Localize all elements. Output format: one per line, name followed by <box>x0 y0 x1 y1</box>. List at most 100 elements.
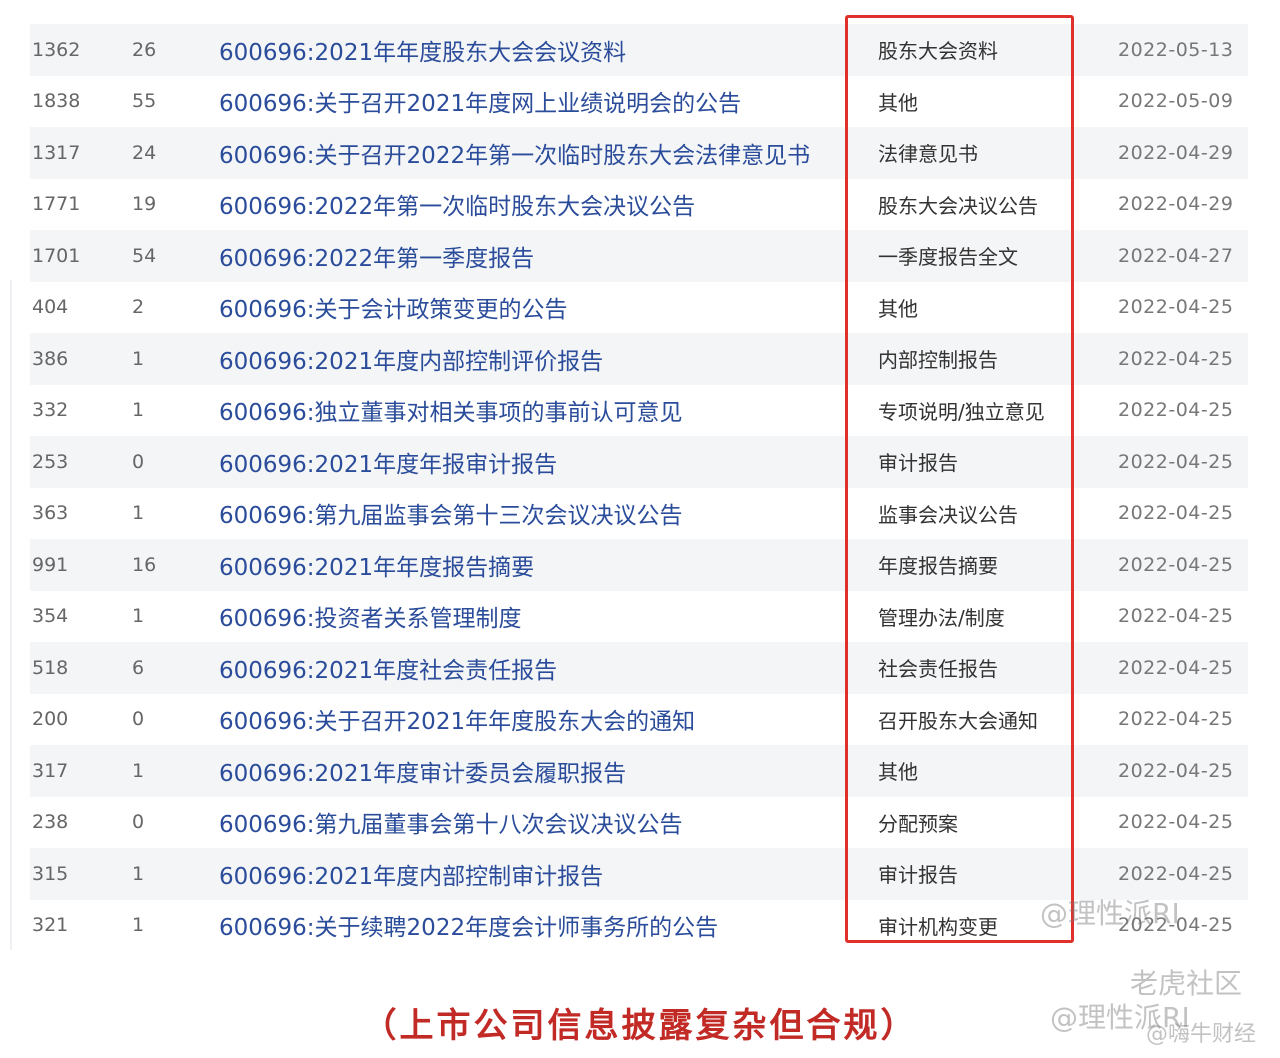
views-cell: 386 <box>32 347 69 370</box>
views-cell: 332 <box>32 399 69 422</box>
views-cell: 200 <box>32 708 69 731</box>
count-cell: 1 <box>132 502 145 525</box>
count-cell: 1 <box>132 605 145 628</box>
watermark: @理性派RI <box>1040 897 1180 930</box>
announcement-title-link[interactable]: 600696:投资者关系管理制度 <box>219 599 522 633</box>
table-row: 1838 55 600696:关于召开2021年度网上业绩说明会的公告 其他 2022-… <box>30 76 1248 128</box>
count-cell: 55 <box>132 90 157 113</box>
views-cell: 315 <box>32 862 69 885</box>
announcement-type-cell: 内部控制报告 <box>878 348 998 373</box>
views-cell: 253 <box>32 450 69 473</box>
count-cell: 1 <box>132 862 145 885</box>
announcement-type-cell: 审计报告 <box>878 863 958 888</box>
views-cell: 1701 <box>32 244 81 267</box>
announcement-type-cell: 专项说明/独立意见 <box>878 399 1045 424</box>
announcement-title-link[interactable]: 600696:独立董事对相关事项的事前认可意见 <box>219 393 683 427</box>
table-row: 1317 24 600696:关于召开2022年第一次临时股东大会法律意见书 法律意见… <box>30 127 1248 179</box>
announcement-title-link[interactable]: 600696:2021年年度报告摘要 <box>219 548 534 582</box>
count-cell: 1 <box>132 399 145 422</box>
announcement-type-cell: 一季度报告全文 <box>878 245 1018 270</box>
date-cell: 2022-05-13 <box>1118 38 1234 61</box>
date-cell: 2022-04-25 <box>1118 502 1234 525</box>
announcement-type-cell: 分配预案 <box>878 811 958 836</box>
date-cell: 2022-04-29 <box>1118 193 1234 216</box>
announcement-title-link[interactable]: 600696:关于会计政策变更的公告 <box>219 290 568 324</box>
announcement-title-link[interactable]: 600696:2022年第一次临时股东大会决议公告 <box>219 187 695 221</box>
date-cell: 2022-04-25 <box>1118 553 1234 576</box>
views-cell: 238 <box>32 811 69 834</box>
views-cell: 991 <box>32 553 69 576</box>
table-row: 238 0 600696:第九届董事会第十八次会议决议公告 分配预案 2022-04-2… <box>30 797 1248 849</box>
views-cell: 1317 <box>32 141 81 164</box>
announcement-type-cell: 其他 <box>878 90 918 115</box>
count-cell: 1 <box>132 347 145 370</box>
announcement-title-link[interactable]: 600696:2021年度内部控制评价报告 <box>219 342 603 376</box>
table-row: 1701 54 600696:2022年第一季度报告 一季度报告全文 2022-04-2… <box>30 230 1248 282</box>
date-cell: 2022-04-29 <box>1118 141 1234 164</box>
announcement-title-link[interactable]: 600696:第九届董事会第十八次会议决议公告 <box>219 805 683 839</box>
announcement-title-link[interactable]: 600696:2021年度年报审计报告 <box>219 445 557 479</box>
announcement-type-cell: 召开股东大会通知 <box>878 708 1038 733</box>
announcement-type-cell: 监事会决议公告 <box>878 502 1018 527</box>
table-row: 363 1 600696:第九届监事会第十三次会议决议公告 监事会决议公告 2022-0… <box>30 488 1248 540</box>
views-cell: 404 <box>32 296 69 319</box>
announcement-title-link[interactable]: 600696:关于召开2021年度网上业绩说明会的公告 <box>219 84 741 118</box>
date-cell: 2022-04-25 <box>1118 296 1234 319</box>
table-row: 1362 26 600696:2021年年度股东大会会议资料 股东大会资料 2022-0… <box>30 24 1248 76</box>
views-cell: 1838 <box>32 90 81 113</box>
announcement-title-link[interactable]: 600696:关于召开2021年年度股东大会的通知 <box>219 702 695 736</box>
announcement-title-link[interactable]: 600696:2021年年度股东大会会议资料 <box>219 33 626 67</box>
count-cell: 0 <box>132 450 145 473</box>
announcement-type-cell: 管理办法/制度 <box>878 605 1005 630</box>
announcement-type-cell: 其他 <box>878 760 918 785</box>
announcement-type-cell: 其他 <box>878 296 918 321</box>
count-cell: 24 <box>132 141 157 164</box>
announcement-title-link[interactable]: 600696:关于续聘2022年度会计师事务所的公告 <box>219 908 718 942</box>
announcement-title-link[interactable]: 600696:2022年第一季度报告 <box>219 239 534 273</box>
date-cell: 2022-04-25 <box>1118 759 1234 782</box>
count-cell: 1 <box>132 914 145 937</box>
table-row: 317 1 600696:2021年度审计委员会履职报告 其他 2022-04-25 <box>30 745 1248 797</box>
table-row: 404 2 600696:关于会计政策变更的公告 其他 2022-04-25 <box>30 282 1248 334</box>
views-cell: 518 <box>32 656 69 679</box>
announcement-type-cell: 法律意见书 <box>878 142 978 167</box>
table-row: 354 1 600696:投资者关系管理制度 管理办法/制度 2022-04-25 <box>30 591 1248 643</box>
date-cell: 2022-05-09 <box>1118 90 1234 113</box>
views-cell: 317 <box>32 759 69 782</box>
count-cell: 54 <box>132 244 157 267</box>
table-row: 253 0 600696:2021年度年报审计报告 审计报告 2022-04-25 <box>30 436 1248 488</box>
views-cell: 1771 <box>32 193 81 216</box>
caption: （上市公司信息披露复杂但合规） <box>362 1006 918 1046</box>
table-row: 332 1 600696:独立董事对相关事项的事前认可意见 专项说明/独立意见 2022… <box>30 385 1248 437</box>
announcement-type-cell: 年度报告摘要 <box>878 554 998 579</box>
table-left-border <box>10 280 12 950</box>
announcement-title-link[interactable]: 600696:关于召开2022年第一次临时股东大会法律意见书 <box>219 136 810 170</box>
date-cell: 2022-04-25 <box>1118 708 1234 731</box>
table-row: 1771 19 600696:2022年第一次临时股东大会决议公告 股东大会决议公告 2… <box>30 179 1248 231</box>
date-cell: 2022-04-25 <box>1118 605 1234 628</box>
count-cell: 6 <box>132 656 145 679</box>
announcement-title-link[interactable]: 600696:2021年度审计委员会履职报告 <box>219 754 626 788</box>
count-cell: 19 <box>132 193 157 216</box>
announcement-type-cell: 审计报告 <box>878 451 958 476</box>
announcement-type-cell: 社会责任报告 <box>878 657 998 682</box>
views-cell: 354 <box>32 605 69 628</box>
count-cell: 16 <box>132 553 157 576</box>
count-cell: 0 <box>132 708 145 731</box>
announcement-title-link[interactable]: 600696:2021年度社会责任报告 <box>219 651 557 685</box>
announcement-type-cell: 股东大会决议公告 <box>878 193 1038 218</box>
table-row: 991 16 600696:2021年年度报告摘要 年度报告摘要 2022-04-25 <box>30 539 1248 591</box>
announcement-title-link[interactable]: 600696:2021年度内部控制审计报告 <box>219 857 603 891</box>
count-cell: 26 <box>132 38 157 61</box>
announcement-title-link[interactable]: 600696:第九届监事会第十三次会议决议公告 <box>219 496 683 530</box>
views-cell: 363 <box>32 502 69 525</box>
count-cell: 0 <box>132 811 145 834</box>
count-cell: 2 <box>132 296 145 319</box>
table-row: 518 6 600696:2021年度社会责任报告 社会责任报告 2022-04-25 <box>30 642 1248 694</box>
table-row: 200 0 600696:关于召开2021年年度股东大会的通知 召开股东大会通知 202… <box>30 694 1248 746</box>
views-cell: 321 <box>32 914 69 937</box>
date-cell: 2022-04-25 <box>1118 862 1234 885</box>
announcement-type-cell: 审计机构变更 <box>878 914 998 939</box>
views-cell: 1362 <box>32 38 81 61</box>
date-cell: 2022-04-25 <box>1118 811 1234 834</box>
